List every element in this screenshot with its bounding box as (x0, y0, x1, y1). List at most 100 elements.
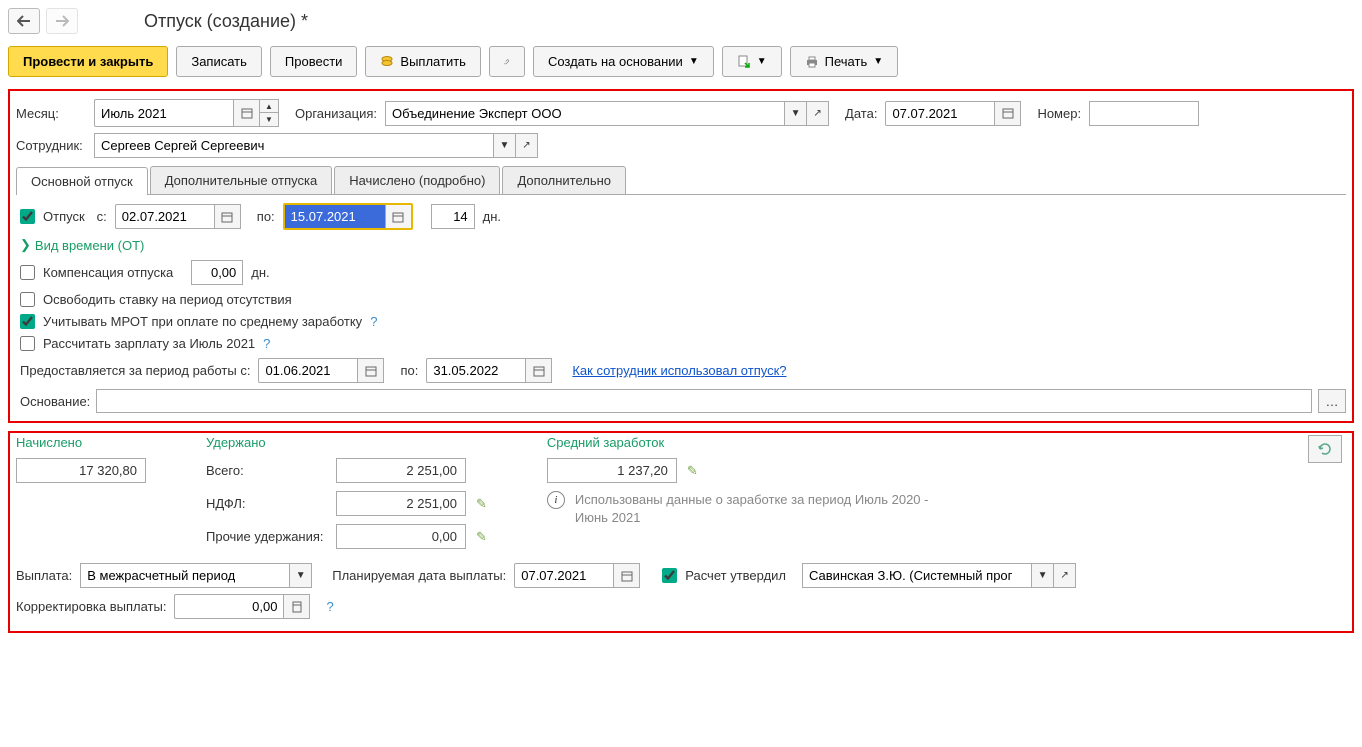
actions-menu-button[interactable]: ▼ (722, 46, 782, 77)
ndfl-edit-button[interactable]: ✎ (476, 496, 487, 512)
other-label: Прочие удержания: (206, 529, 326, 544)
create-based-button[interactable]: Создать на основании ▼ (533, 46, 714, 77)
chevron-right-icon: ❯ (20, 237, 31, 253)
tab-accrued-details[interactable]: Начислено (подробно) (334, 166, 500, 194)
post-and-close-button[interactable]: Провести и закрыть (8, 46, 168, 77)
date-input[interactable] (885, 101, 995, 126)
plan-date-input[interactable] (514, 563, 614, 588)
compensation-input[interactable] (191, 260, 243, 285)
vacation-text: Отпуск (43, 209, 85, 224)
arrow-right-icon (55, 15, 69, 27)
correction-help[interactable]: ? (326, 599, 333, 614)
compensation-unit: дн. (251, 265, 269, 280)
post-button[interactable]: Провести (270, 46, 358, 77)
basis-ellipsis-button[interactable]: … (1318, 389, 1346, 413)
mrot-checkbox[interactable] (20, 314, 35, 329)
correction-calc-button[interactable] (284, 594, 310, 619)
calendar-icon (241, 107, 253, 119)
approver-open-button[interactable]: ↗ (1054, 563, 1076, 588)
month-label: Месяц: (16, 106, 86, 121)
employee-dropdown-button[interactable]: ▼ (494, 133, 516, 158)
payout-input[interactable] (80, 563, 290, 588)
save-button[interactable]: Записать (176, 46, 262, 77)
month-calendar-button[interactable] (234, 99, 260, 127)
correction-label: Корректировка выплаты: (16, 599, 166, 614)
nav-back[interactable] (8, 8, 40, 34)
vacation-to-input[interactable] (285, 205, 385, 228)
doc-arrow-icon (737, 55, 751, 69)
period-to-label: по: (400, 363, 418, 378)
free-rate-text: Освободить ставку на период отсутствия (43, 292, 292, 307)
tab-additional[interactable]: Дополнительно (502, 166, 626, 194)
nav-forward (46, 8, 78, 34)
period-from-input[interactable] (258, 358, 358, 383)
org-open-button[interactable]: ↗ (807, 101, 829, 126)
avg-note: Использованы данные о заработке за перио… (575, 491, 935, 527)
calendar-icon (1002, 107, 1014, 119)
time-type-expander[interactable]: ❯ Вид времени (ОТ) (20, 237, 144, 253)
employee-open-button[interactable]: ↗ (516, 133, 538, 158)
how-used-link[interactable]: Как сотрудник использовал отпуск? (572, 363, 786, 378)
number-label: Номер: (1037, 106, 1081, 121)
free-rate-checkbox[interactable] (20, 292, 35, 307)
approver-dropdown-button[interactable]: ▼ (1032, 563, 1054, 588)
basis-label: Основание: (20, 394, 90, 409)
withheld-label: Удержано (206, 435, 487, 450)
basis-input[interactable] (96, 389, 1312, 413)
month-spinner[interactable]: ▲▼ (260, 99, 279, 127)
employee-input[interactable] (94, 133, 494, 158)
tab-bar: Основной отпуск Дополнительные отпуска Н… (16, 166, 1346, 195)
avg-value: 1 237,20 (547, 458, 677, 483)
toolbar: Провести и закрыть Записать Провести Вып… (8, 46, 1354, 77)
employee-label: Сотрудник: (16, 138, 86, 153)
approver-input[interactable] (802, 563, 1032, 588)
vacation-checkbox[interactable] (20, 209, 35, 224)
month-input[interactable] (94, 99, 234, 127)
approved-label: Расчет утвердил (685, 568, 786, 583)
avg-label: Средний заработок (547, 435, 935, 450)
ndfl-value: 2 251,00 (336, 491, 466, 516)
other-value: 0,00 (336, 524, 466, 549)
compensation-checkbox[interactable] (20, 265, 35, 280)
create-based-label: Создать на основании (548, 54, 683, 69)
pay-button[interactable]: Выплатить (365, 46, 481, 77)
number-input[interactable] (1089, 101, 1199, 126)
calendar-icon (392, 211, 404, 223)
attach-button[interactable] (489, 46, 525, 77)
vacation-to-calendar[interactable] (385, 205, 411, 228)
other-edit-button[interactable]: ✎ (476, 529, 487, 545)
mrot-text: Учитывать МРОТ при оплате по среднему за… (43, 314, 362, 329)
payout-dropdown-button[interactable]: ▼ (290, 563, 312, 588)
avg-edit-button[interactable]: ✎ (687, 463, 698, 479)
tab-main-vacation[interactable]: Основной отпуск (16, 167, 148, 195)
org-dropdown-button[interactable]: ▼ (785, 101, 807, 126)
caret-down-icon: ▼ (757, 56, 767, 67)
days-unit: дн. (483, 209, 501, 224)
mrot-help[interactable]: ? (370, 314, 377, 329)
vacation-from-input[interactable] (115, 204, 215, 229)
vacation-from-calendar[interactable] (215, 204, 241, 229)
accrued-label: Начислено (16, 435, 146, 450)
period-from-calendar[interactable] (358, 358, 384, 383)
period-to-input[interactable] (426, 358, 526, 383)
tab-additional-vacations[interactable]: Дополнительные отпуска (150, 166, 333, 194)
print-button[interactable]: Печать ▼ (790, 46, 899, 77)
correction-input[interactable] (174, 594, 284, 619)
period-label: Предоставляется за период работы с: (20, 363, 250, 378)
refresh-icon (1318, 442, 1332, 456)
caret-down-icon: ▼ (873, 56, 883, 67)
org-input[interactable] (385, 101, 785, 126)
days-input[interactable] (431, 204, 475, 229)
plan-date-calendar[interactable] (614, 563, 640, 588)
calc-salary-checkbox[interactable] (20, 336, 35, 351)
caret-down-icon: ▼ (689, 56, 699, 67)
refresh-button[interactable] (1308, 435, 1342, 463)
calc-salary-text: Рассчитать зарплату за Июль 2021 (43, 336, 255, 351)
period-to-calendar[interactable] (526, 358, 552, 383)
payout-label: Выплата: (16, 568, 72, 583)
to-label: по: (257, 209, 275, 224)
date-calendar-button[interactable] (995, 101, 1021, 126)
approved-checkbox[interactable] (662, 568, 677, 583)
accrued-value: 17 320,80 (16, 458, 146, 483)
calc-salary-help[interactable]: ? (263, 336, 270, 351)
